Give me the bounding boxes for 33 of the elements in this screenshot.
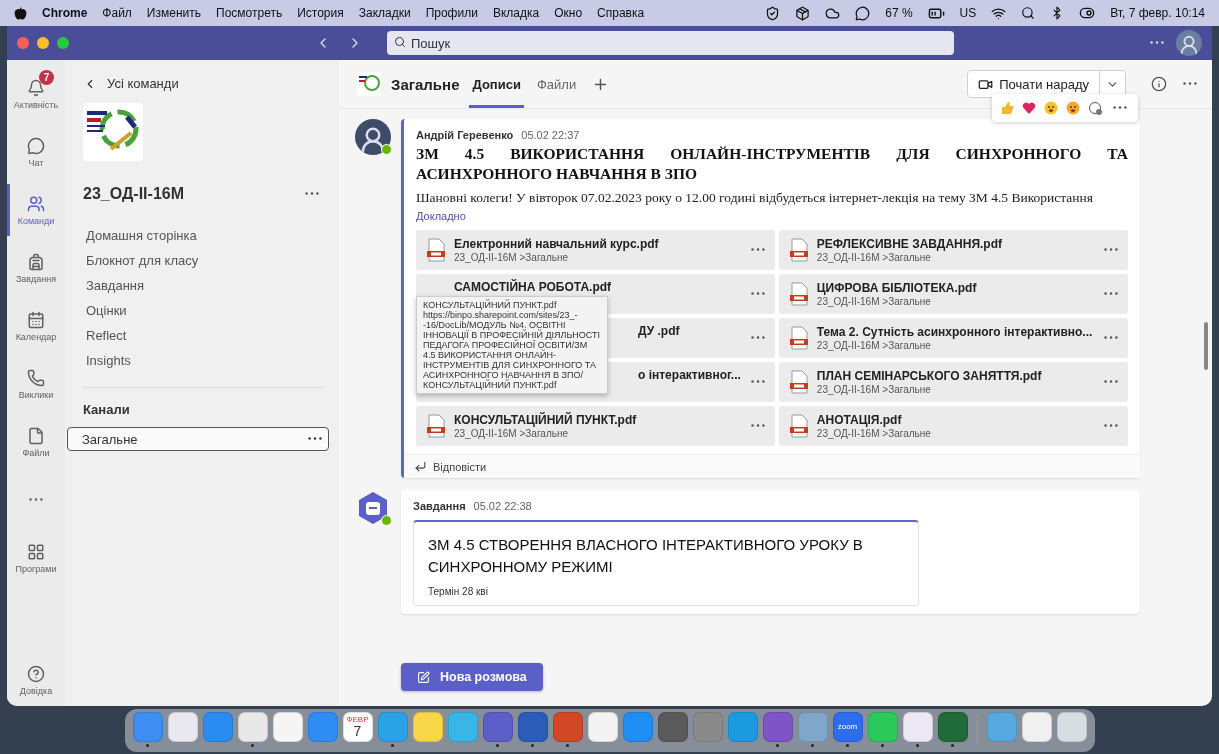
team-name: 23_ОД-ІІ-16М	[83, 185, 184, 203]
file-location: 23_ОД-ІІ-16М >Загальне	[454, 252, 570, 263]
file-name: Електронний навчальний курс.pdf	[454, 237, 660, 251]
tooltip-title: КОНСУЛЬТАЦІЙНИЙ ПУНКТ.pdf	[423, 300, 558, 310]
assignment-title: ЗМ 4.5 СТВОРЕННЯ ВЛАСНОГО ІНТЕРАКТИВНОГО УРОКУ В СИНХРОННОМУ РЕЖИМІ	[428, 535, 864, 577]
due-date: Термін 28 кві	[428, 586, 489, 597]
file-name: РЕФЛЕКСИВНЕ ЗАВДАННЯ.pdf	[816, 237, 1004, 251]
file-name: АНОТАЦІЯ.pdf	[816, 413, 903, 427]
author-name: Завдання	[413, 500, 466, 512]
channel-name: Загальне	[82, 431, 138, 447]
file-name: САМОСТІЙНА РОБОТА.pdf	[454, 280, 613, 294]
file-location: 23_ОД-ІІ-16М >Загальне	[816, 296, 932, 307]
file-location: 23_ОД-ІІ-16М >Загальне	[454, 428, 570, 439]
file-location: 23_ОД-ІІ-16М >Загальне	[816, 384, 932, 395]
battery-percent: 67 %	[885, 6, 913, 20]
menu-clock: Вт, 7 февр. 10:14	[1110, 6, 1205, 20]
author-name: Андрій Геревенко	[416, 129, 514, 141]
timestamp: 05.02 22:37	[521, 129, 580, 141]
file-location: 23_ОД-ІІ-16М >Загальне	[816, 252, 932, 263]
file-name: КОНСУЛЬТАЦІЙНИЙ ПУНКТ.pdf	[454, 413, 638, 427]
file-name: Тема 2. Сутність асинхронного інтерактивно...	[816, 325, 1094, 339]
timestamp: 05.02 22:38	[473, 500, 532, 512]
file-name: о інтерактивног...	[638, 368, 741, 382]
notification-badge: 7	[39, 70, 54, 85]
post-text: Шановні колеги! У вівторок 07.02.2023 року о 12.00 годині відбудеться інтернет-лекція на тему ЗМ 4.5 Використання	[416, 190, 1094, 206]
file-location: 23_ОД-ІІ-16М >Загальне	[816, 340, 932, 351]
file-name: ЦИФРОВА БІБЛІОТЕКА.pdf	[816, 281, 978, 295]
file-name: ПЛАН СЕМІНАРСЬКОГО ЗАНЯТТЯ.pdf	[816, 369, 1043, 383]
channel-title: Загальне	[391, 75, 460, 93]
file-location: 23_ОД-ІІ-16М >Загальне	[816, 428, 932, 439]
file-name: ДУ .pdf	[638, 324, 681, 338]
channels-heading: Канали	[83, 402, 131, 417]
post-title: ЗМ 4.5 ВИКОРИСТАННЯ ОНЛАЙН-ІНСТРУМЕНТІВ ДЛЯ СИНХРОННОГО ТА АСИНХРОННОГО НАВЧАННЯ В ЗПО	[416, 144, 1128, 184]
